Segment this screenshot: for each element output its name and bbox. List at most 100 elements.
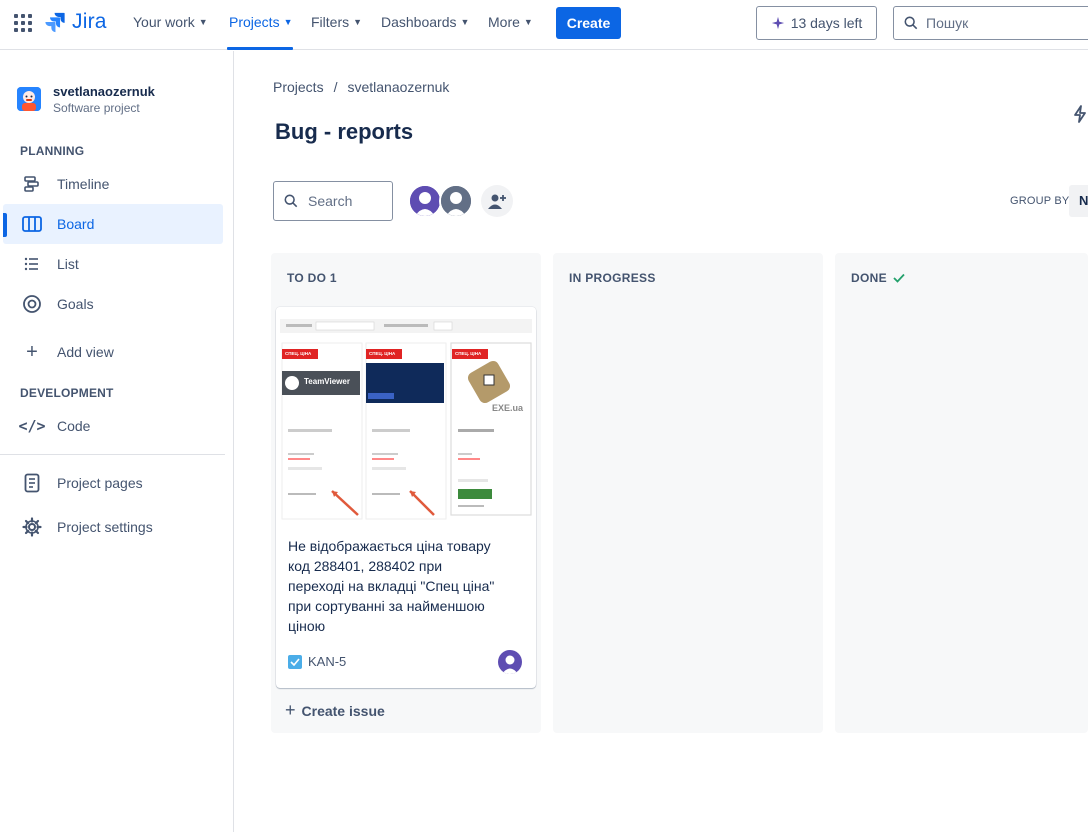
nav-active-underline: [227, 47, 293, 50]
planning-heading: PLANNING: [20, 144, 85, 158]
sidebar-item-label: Timeline: [57, 176, 110, 192]
active-item-indicator: [3, 213, 7, 237]
nav-more-label: More: [488, 14, 520, 30]
board-column-done: DONE: [835, 253, 1088, 733]
group-by-label: GROUP BY: [1010, 195, 1070, 207]
sidebar-item-label: List: [57, 256, 79, 272]
breadcrumb-project[interactable]: svetlanaozernuk: [347, 79, 449, 95]
breadcrumb-projects[interactable]: Projects: [273, 79, 324, 95]
board-search-placeholder: Search: [308, 193, 353, 209]
sidebar-item-label: Goals: [57, 296, 94, 312]
column-title-text: DONE: [851, 271, 887, 285]
add-view-label: Add view: [57, 344, 114, 360]
issue-key[interactable]: KAN-5: [288, 654, 346, 669]
board-column-in-progress: IN PROGRESS: [553, 253, 823, 733]
sidebar-item-timeline[interactable]: Timeline: [3, 164, 223, 204]
thumbnail-screenshot: [280, 319, 532, 520]
development-heading: DEVELOPMENT: [20, 386, 114, 400]
sidebar-item-goals[interactable]: Goals: [3, 284, 223, 324]
plus-icon: +: [26, 340, 38, 363]
document-icon: [21, 473, 43, 493]
create-button[interactable]: Create: [556, 7, 621, 39]
chevron-down-icon: ▼: [283, 17, 293, 27]
plus-icon: +: [285, 700, 296, 720]
nav-projects-label: Projects: [229, 14, 280, 30]
unassigned-avatar-filter[interactable]: [439, 184, 473, 218]
thumbnail-badge: СПЕЦ. ЦІНА: [285, 351, 312, 356]
nav-dashboards[interactable]: Dashboards ▼: [381, 14, 469, 30]
timeline-icon: [21, 175, 43, 193]
top-navigation: Jira Your work ▼ Projects ▼ Filters ▼ Dashb…: [0, 0, 1088, 50]
user-avatar-icon: [410, 186, 440, 216]
column-title: TO DO 1: [287, 271, 337, 285]
project-avatar: [17, 87, 41, 111]
trial-days-left-button[interactable]: 13 days left: [756, 6, 877, 40]
sidebar-item-label: Board: [57, 216, 95, 232]
column-title: IN PROGRESS: [569, 271, 656, 285]
create-issue-label: Create issue: [301, 702, 385, 719]
gear-icon: [21, 517, 43, 537]
sidebar-item-project-pages[interactable]: Project pages: [3, 463, 223, 503]
project-sidebar: svetlanaozernuk Software project PLANNIN…: [0, 51, 234, 832]
search-icon: [904, 16, 918, 30]
global-search-input[interactable]: Пошук: [893, 6, 1088, 40]
assignee-avatar[interactable]: [498, 650, 522, 674]
nav-filters-label: Filters: [311, 14, 350, 30]
add-view-button[interactable]: + Add view: [3, 332, 223, 372]
board-search-input[interactable]: Search: [273, 181, 393, 221]
add-user-icon: [488, 194, 506, 209]
thumbnail-brand: EXE.ua: [492, 403, 524, 413]
sidebar-item-board[interactable]: Board: [3, 204, 223, 244]
column-title: DONE: [851, 271, 905, 285]
column-title-text: TO DO 1: [287, 271, 337, 285]
jira-logo[interactable]: Jira: [44, 10, 107, 34]
chevron-down-icon: ▼: [353, 17, 363, 27]
breadcrumb-separator: /: [333, 79, 338, 95]
project-avatar-icon: [17, 87, 41, 111]
chevron-down-icon: ▼: [460, 17, 470, 27]
nav-your-work-label: Your work: [133, 14, 195, 30]
add-people-button[interactable]: [481, 185, 513, 217]
sidebar-item-list[interactable]: List: [3, 244, 223, 284]
breadcrumb: Projects / svetlanaozernuk: [273, 79, 449, 95]
sparkle-icon: [771, 16, 784, 30]
column-title-text: IN PROGRESS: [569, 271, 656, 285]
sidebar-item-label: Project settings: [57, 519, 153, 535]
user-avatar-icon: [498, 650, 522, 674]
page-title: Bug - reports: [275, 119, 414, 144]
code-icon: </>: [18, 417, 46, 435]
thumbnail-badge: СПЕЦ. ЦІНА: [455, 351, 482, 356]
issue-key-label: KAN-5: [308, 654, 347, 669]
chevron-down-icon: ▼: [523, 17, 533, 27]
app-switcher-icon[interactable]: [14, 14, 32, 32]
trial-days-left-label: 13 days left: [790, 15, 863, 31]
automation-lightning-icon[interactable]: [1073, 105, 1087, 128]
sidebar-item-project-settings[interactable]: Project settings: [3, 507, 223, 547]
sidebar-divider: [0, 454, 225, 455]
nav-filters[interactable]: Filters ▼: [311, 14, 362, 30]
list-icon: [21, 257, 43, 271]
issue-summary: Не відображається ціна товару код 288401…: [288, 538, 495, 634]
group-by-dropdown[interactable]: N: [1069, 185, 1088, 217]
nav-dashboards-label: Dashboards: [381, 14, 457, 30]
goals-icon: [21, 294, 43, 314]
sidebar-item-code[interactable]: </> Code: [3, 406, 223, 446]
project-name[interactable]: svetlanaozernuk: [53, 84, 155, 99]
thumbnail-brand: TeamViewer: [304, 377, 350, 386]
nav-more[interactable]: More ▼: [488, 14, 533, 30]
global-search-placeholder: Пошук: [926, 15, 969, 31]
thumbnail-badge: СПЕЦ. ЦІНА: [369, 351, 396, 356]
chevron-down-icon: ▼: [198, 17, 208, 27]
nav-your-work[interactable]: Your work ▼: [133, 14, 208, 30]
create-issue-button[interactable]: + Create issue: [285, 700, 385, 721]
user-avatar-icon: [441, 186, 471, 216]
issue-attachment-thumbnail: СПЕЦ. ЦІНА СПЕЦ. ЦІНА СПЕЦ. ЦІНА TeamVie…: [276, 307, 536, 523]
search-icon: [284, 194, 298, 208]
issue-card[interactable]: СПЕЦ. ЦІНА СПЕЦ. ЦІНА СПЕЦ. ЦІНА TeamVie…: [276, 307, 536, 688]
nav-projects[interactable]: Projects ▼: [229, 14, 293, 30]
checkmark-icon: [893, 273, 905, 283]
board-icon: [21, 215, 43, 233]
task-checkbox-icon: [288, 654, 302, 669]
sidebar-item-label: Project pages: [57, 475, 143, 491]
assignee-avatar-filter[interactable]: [408, 184, 442, 218]
